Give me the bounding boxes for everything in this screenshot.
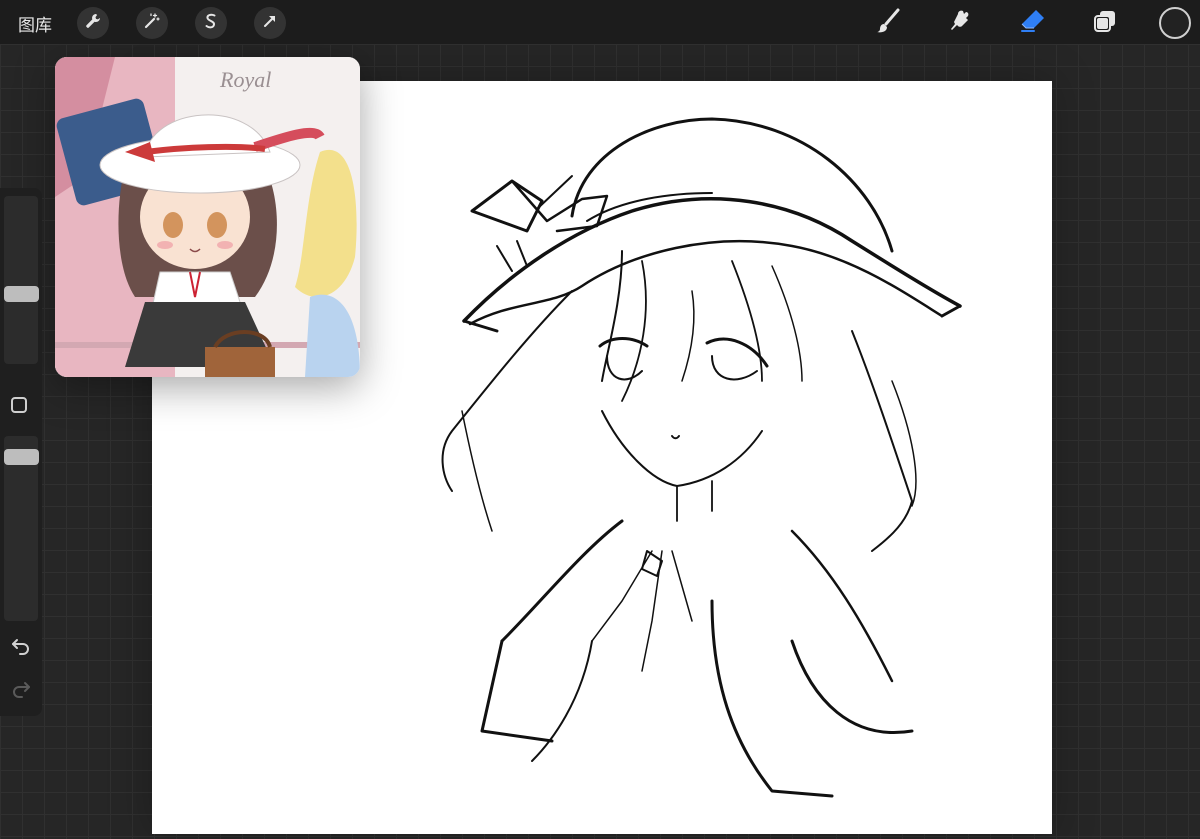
reference-text: Royal [219, 67, 271, 92]
selection-button[interactable] [195, 7, 227, 39]
layers-button[interactable] [1090, 8, 1120, 38]
left-sidebar [0, 188, 42, 716]
brush-button[interactable] [873, 8, 903, 38]
top-toolbar: 图库 [0, 0, 1200, 44]
wrench-icon [84, 12, 102, 35]
modifier-button[interactable] [11, 397, 27, 413]
eraser-icon [1018, 6, 1048, 41]
undo-icon [11, 635, 31, 660]
gallery-button[interactable]: 图库 [18, 11, 52, 36]
adjustments-button[interactable] [136, 7, 168, 39]
brush-size-thumb[interactable] [4, 286, 39, 302]
magic-wand-icon [143, 12, 161, 35]
undo-button[interactable] [10, 636, 32, 658]
reference-image: Royal [55, 57, 360, 377]
selection-icon [202, 12, 220, 35]
transform-icon [261, 12, 279, 35]
actions-button[interactable] [77, 7, 109, 39]
smudge-icon [948, 7, 976, 40]
layers-icon [1092, 8, 1118, 39]
color-button[interactable] [1159, 7, 1191, 39]
transform-button[interactable] [254, 7, 286, 39]
smudge-button[interactable] [947, 8, 977, 38]
redo-icon [11, 678, 31, 703]
redo-button[interactable] [10, 679, 32, 701]
brush-size-slider[interactable] [4, 196, 38, 364]
brush-icon [874, 7, 902, 40]
reference-window[interactable]: Royal [55, 57, 360, 377]
eraser-button[interactable] [1018, 8, 1048, 38]
brush-opacity-thumb[interactable] [4, 449, 39, 465]
